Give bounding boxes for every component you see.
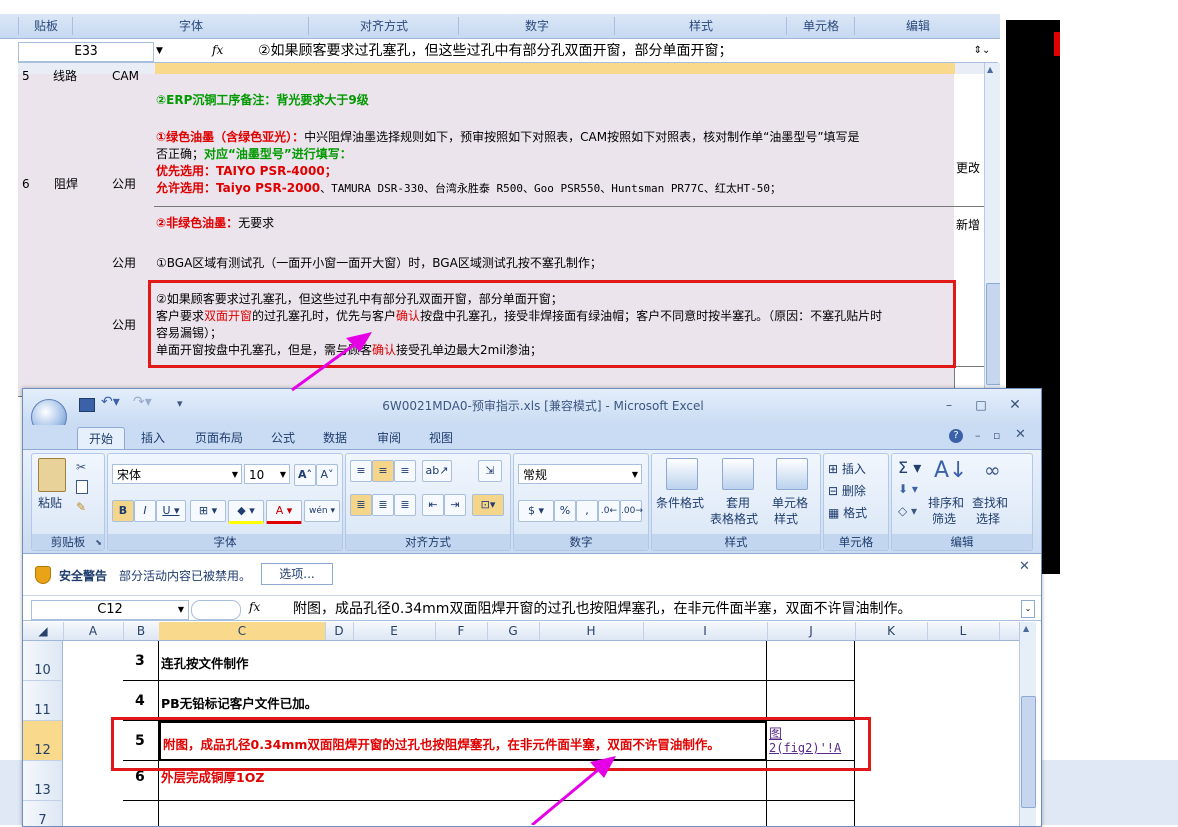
- arrow-line-top: [291, 340, 359, 392]
- arrow-line-bottom: [531, 768, 599, 825]
- annotation-arrows: [291, 332, 616, 825]
